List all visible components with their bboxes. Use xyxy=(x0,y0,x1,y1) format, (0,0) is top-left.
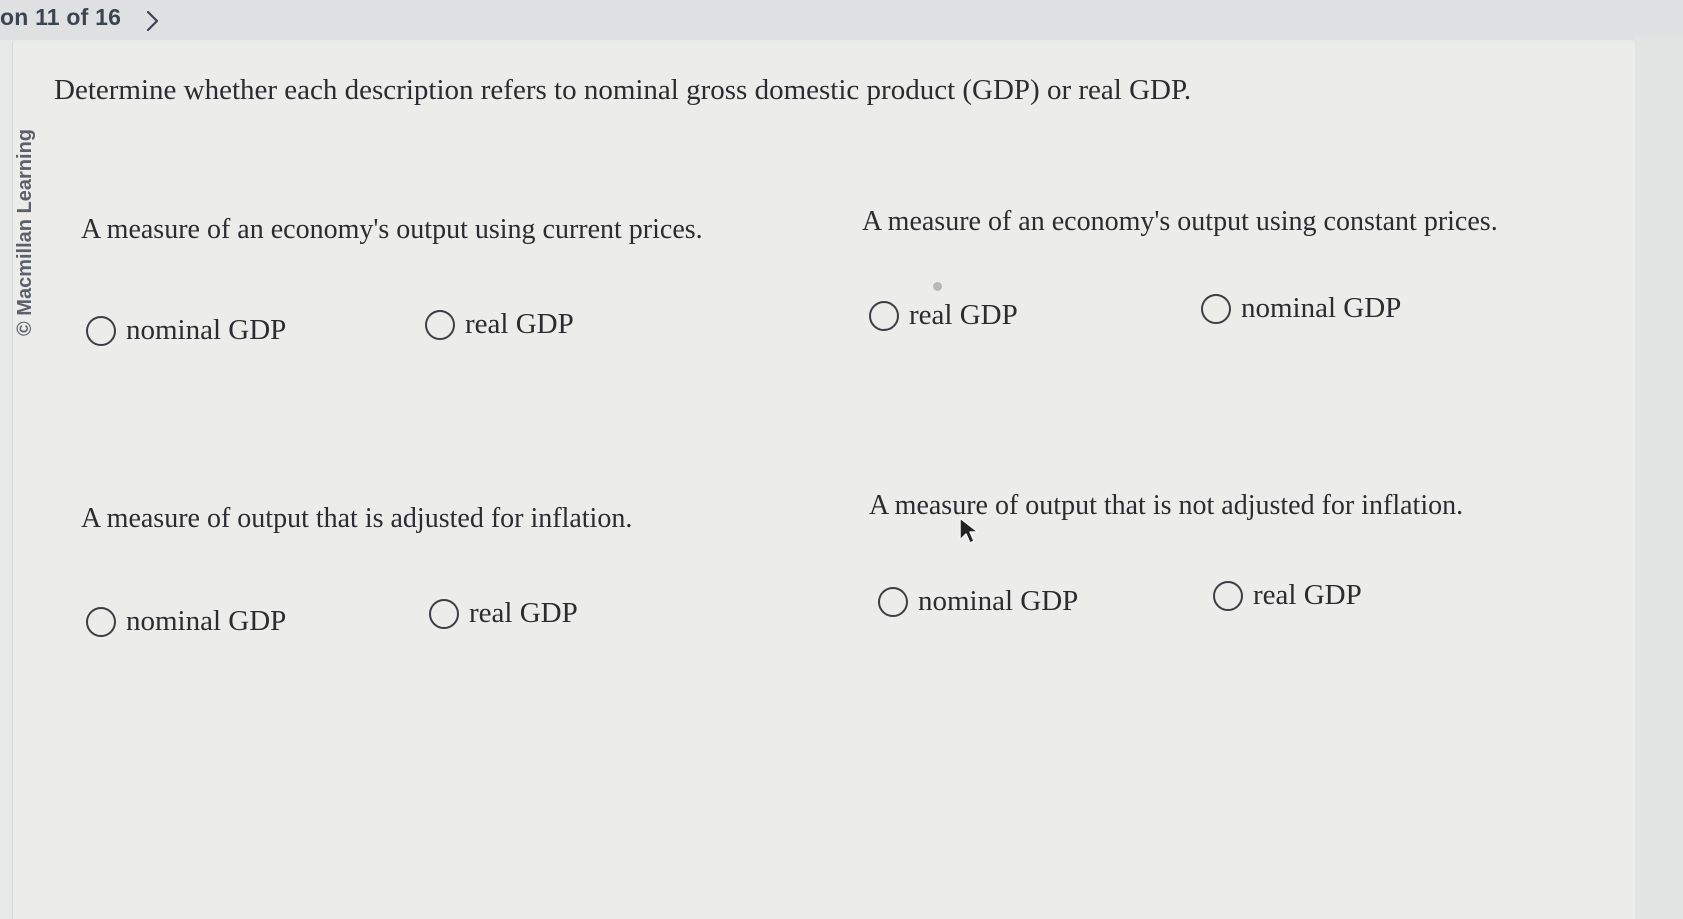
item-3-description: A measure of output that is adjusted for… xyxy=(81,503,633,534)
radio-button[interactable] xyxy=(869,300,899,331)
chevron-right-icon[interactable] xyxy=(140,8,166,34)
item-4-option-nominal-gdp[interactable]: nominal GDP xyxy=(878,585,1078,618)
option-label: real GDP xyxy=(1253,579,1362,611)
item-2-description: A measure of an economy's output using c… xyxy=(862,206,1498,237)
decorative-dot xyxy=(933,282,942,291)
option-label: real GDP xyxy=(469,597,578,629)
option-label: nominal GDP xyxy=(126,605,287,637)
question-instruction: Determine whether each description refer… xyxy=(54,74,1192,106)
item-4-option-real-gdp[interactable]: real GDP xyxy=(1213,579,1362,612)
option-label: real GDP xyxy=(909,299,1018,331)
item-3-option-real-gdp[interactable]: real GDP xyxy=(429,597,578,630)
radio-button[interactable] xyxy=(1201,293,1231,324)
question-panel xyxy=(12,42,1635,919)
item-3-option-nominal-gdp[interactable]: nominal GDP xyxy=(86,605,286,638)
option-label: nominal GDP xyxy=(918,585,1079,617)
radio-button[interactable] xyxy=(425,309,455,340)
top-bar: on 11 of 16 xyxy=(0,0,1683,40)
item-2-option-nominal-gdp[interactable]: nominal GDP xyxy=(1201,292,1401,325)
option-label: nominal GDP xyxy=(1241,292,1402,324)
radio-button[interactable] xyxy=(1213,580,1243,611)
page-edge xyxy=(1634,36,1683,919)
radio-button[interactable] xyxy=(878,586,908,617)
radio-button[interactable] xyxy=(86,315,116,346)
item-1-description: A measure of an economy's output using c… xyxy=(81,214,703,245)
item-1-option-nominal-gdp[interactable]: nominal GDP xyxy=(86,314,286,347)
item-1-option-real-gdp[interactable]: real GDP xyxy=(425,308,574,341)
option-label: nominal GDP xyxy=(126,314,287,346)
mouse-pointer-icon xyxy=(959,517,979,544)
question-counter: on 11 of 16 xyxy=(0,4,122,30)
radio-button[interactable] xyxy=(86,606,116,637)
item-2-option-real-gdp[interactable]: real GDP xyxy=(869,299,1018,332)
copyright-notice: © Macmillan Learning xyxy=(14,128,36,336)
radio-button[interactable] xyxy=(429,598,459,629)
option-label: real GDP xyxy=(465,308,574,340)
